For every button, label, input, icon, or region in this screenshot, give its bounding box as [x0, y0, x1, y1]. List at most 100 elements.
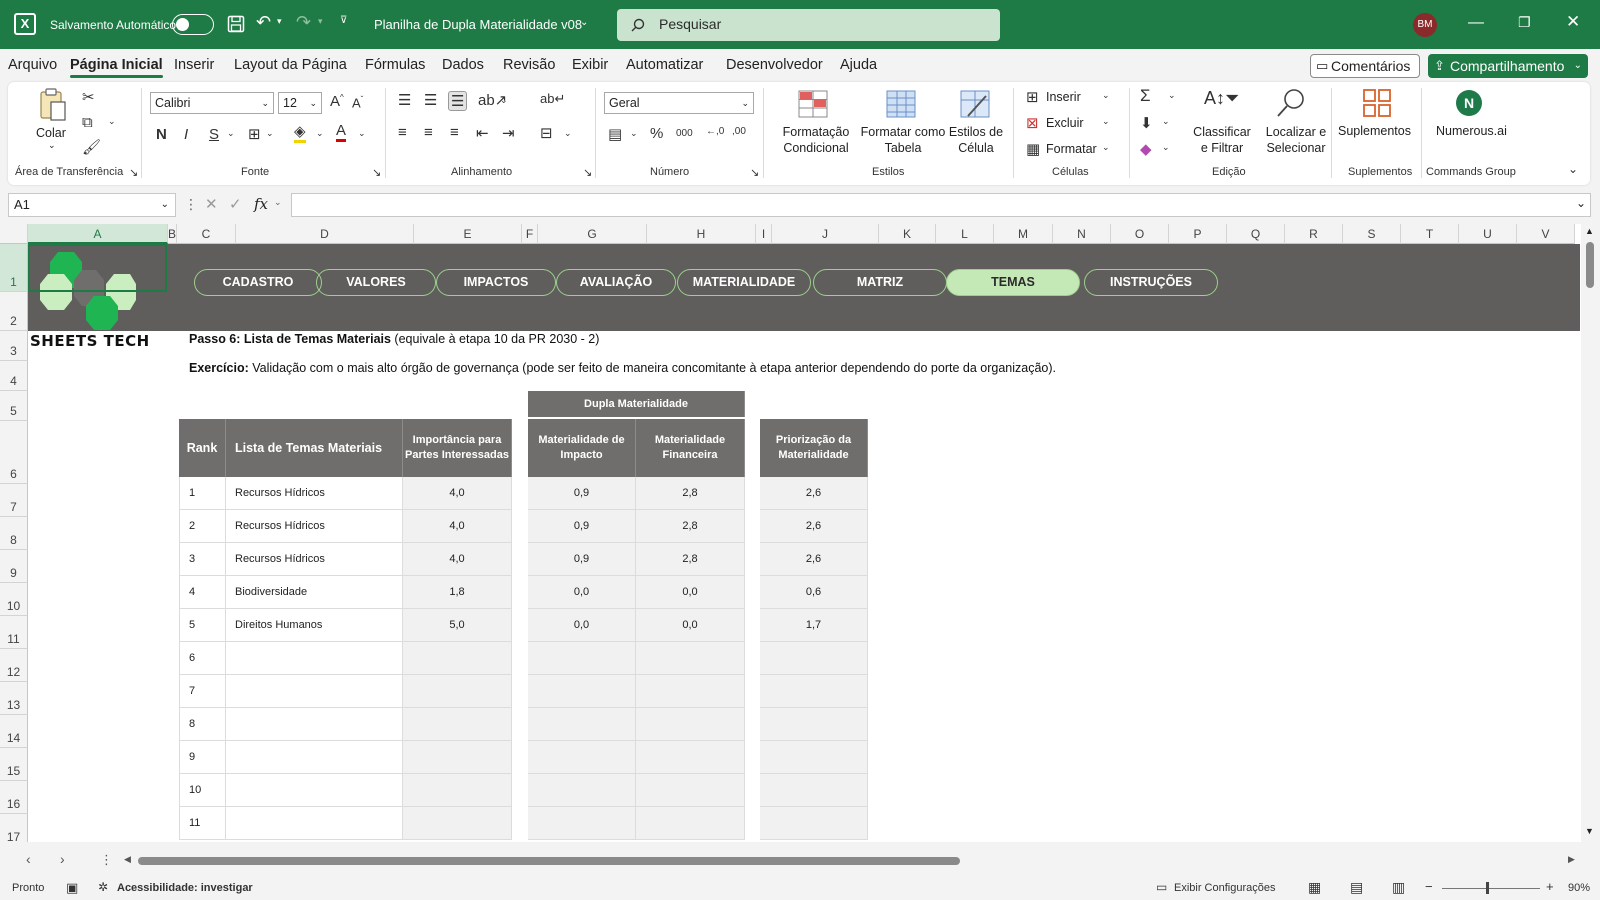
wrap-text-icon[interactable]: ab↵	[540, 91, 565, 107]
table-cell-financeira[interactable]	[636, 675, 745, 708]
copy-dropdown-icon[interactable]: ⌄	[108, 116, 116, 127]
cell-styles-icon[interactable]	[960, 90, 990, 118]
close-icon[interactable]: ✕	[1566, 12, 1580, 32]
table-cell-priorizacao[interactable]	[760, 708, 868, 741]
document-title[interactable]: Planilha de Dupla Materialidade v08	[374, 17, 582, 32]
title-dropdown-icon[interactable]: ⌄	[580, 17, 588, 28]
table-cell-financeira[interactable]: 2,8	[636, 543, 745, 576]
more-options-icon[interactable]: ⋮	[184, 196, 198, 213]
borders-icon[interactable]: ⊞	[248, 125, 261, 143]
menu-exibir[interactable]: Exibir	[572, 57, 608, 73]
zoom-in-icon[interactable]: +	[1546, 879, 1554, 894]
table-cell-financeira[interactable]: 2,8	[636, 477, 745, 510]
font-color-icon[interactable]: A	[336, 123, 347, 142]
row-header[interactable]: 2	[0, 292, 28, 331]
table-cell-impacto[interactable]	[528, 708, 636, 741]
sheet-options-icon[interactable]: ⋮	[100, 852, 113, 868]
table-cell-priorizacao[interactable]	[760, 774, 868, 807]
column-header[interactable]: L	[936, 224, 994, 244]
table-cell-tema[interactable]: Recursos Hídricos	[226, 510, 403, 543]
paste-label[interactable]: Colar	[36, 126, 66, 140]
column-header[interactable]: I	[756, 224, 772, 244]
bold-icon[interactable]: N	[156, 126, 167, 143]
table-cell-tema[interactable]	[226, 774, 403, 807]
table-cell-tema[interactable]: Biodiversidade	[226, 576, 403, 609]
undo-dropdown-icon[interactable]: ▾	[277, 16, 282, 27]
table-cell-tema[interactable]	[226, 741, 403, 774]
table-cell-rank[interactable]: 7	[179, 675, 226, 708]
selected-cell-a1[interactable]	[28, 244, 167, 292]
customize-toolbar-icon[interactable]: ⊽	[340, 15, 347, 26]
table-cell-priorizacao[interactable]: 2,6	[760, 543, 868, 576]
table-cell-impacto[interactable]: 0,9	[528, 543, 636, 576]
column-header[interactable]: F	[522, 224, 538, 244]
tab-temas[interactable]: TEMAS	[946, 269, 1080, 296]
font-launcher-icon[interactable]: ↘	[372, 166, 381, 179]
column-header[interactable]: H	[647, 224, 756, 244]
macro-record-icon[interactable]: ▣	[66, 880, 78, 896]
conditional-format-icon[interactable]	[798, 90, 828, 118]
row-header[interactable]: 11	[0, 616, 28, 649]
fill-color-dropdown-icon[interactable]: ⌄	[316, 128, 324, 139]
share-button[interactable]: ⇪ Compartilhamento ⌄	[1428, 54, 1588, 78]
table-cell-rank[interactable]: 9	[179, 741, 226, 774]
row-header[interactable]: 15	[0, 748, 28, 781]
comments-button[interactable]: ▭ Comentários	[1310, 54, 1420, 78]
table-cell-priorizacao[interactable]: 2,6	[760, 510, 868, 543]
menu-formulas[interactable]: Fórmulas	[365, 57, 425, 73]
zoom-slider[interactable]	[1442, 888, 1540, 889]
thousands-separator-icon[interactable]: 000	[676, 128, 693, 139]
redo-icon[interactable]: ↷	[296, 12, 311, 33]
autosave-toggle[interactable]	[172, 14, 214, 35]
table-cell-financeira[interactable]	[636, 741, 745, 774]
scroll-up-icon[interactable]: ▲	[1585, 226, 1594, 236]
zoom-out-icon[interactable]: −	[1425, 879, 1433, 894]
table-cell-tema[interactable]	[226, 807, 403, 840]
copy-icon[interactable]: ⧉	[82, 114, 93, 131]
menu-pagina-inicial[interactable]: Página Inicial	[70, 57, 163, 78]
table-cell-impacto[interactable]: 0,9	[528, 510, 636, 543]
menu-layout-da-pagina[interactable]: Layout da Página	[234, 57, 347, 73]
table-cell-financeira[interactable]	[636, 642, 745, 675]
align-right-icon[interactable]: ≡	[450, 124, 459, 141]
table-cell-rank[interactable]: 5	[179, 609, 226, 642]
table-cell-impacto[interactable]	[528, 741, 636, 774]
table-cell-rank[interactable]: 10	[179, 774, 226, 807]
save-icon[interactable]	[227, 15, 245, 33]
align-middle-icon[interactable]: ☰	[424, 91, 437, 109]
zoom-slider-thumb[interactable]	[1486, 882, 1489, 894]
restore-icon[interactable]: ❐	[1518, 14, 1531, 31]
align-top-icon[interactable]: ☰	[398, 91, 411, 109]
spreadsheet-grid[interactable]: ABCDEFGHIJKLMNOPQRSTUV 1 2 3 4 5 6 7 8 9 10 11 12 13…	[0, 224, 1600, 842]
font-size-select[interactable]: 12 ⌄	[278, 92, 322, 114]
find-select-icon[interactable]	[1276, 88, 1306, 118]
table-cell-rank[interactable]: 6	[179, 642, 226, 675]
number-format-select[interactable]: Geral ⌄	[604, 92, 754, 114]
menu-ajuda[interactable]: Ajuda	[840, 57, 877, 73]
scroll-right-icon[interactable]: ▶	[1568, 854, 1575, 865]
collapse-ribbon-icon[interactable]: ⌄	[1568, 162, 1578, 176]
merge-dropdown-icon[interactable]: ⌄	[564, 128, 572, 139]
column-header[interactable]: R	[1285, 224, 1343, 244]
paste-dropdown-icon[interactable]: ⌄	[48, 140, 56, 151]
undo-icon[interactable]: ↶	[256, 12, 271, 33]
align-center-icon[interactable]: ≡	[424, 124, 433, 141]
row-header[interactable]: 16	[0, 781, 28, 814]
excel-logo-icon[interactable]: X	[14, 13, 36, 35]
borders-dropdown-icon[interactable]: ⌄	[266, 128, 274, 139]
tab-cadastro[interactable]: CADASTRO	[194, 269, 322, 296]
underline-dropdown-icon[interactable]: ⌄	[227, 128, 235, 139]
expand-formula-icon[interactable]: ⌄	[1576, 196, 1586, 210]
percent-icon[interactable]: %	[650, 125, 663, 142]
column-header[interactable]: M	[994, 224, 1053, 244]
table-cell-financeira[interactable]: 0,0	[636, 609, 745, 642]
row-header[interactable]: 5	[0, 391, 28, 421]
formula-input[interactable]: ⌄	[291, 193, 1591, 217]
table-cell-importancia[interactable]: 1,8	[403, 576, 512, 609]
clear-dropdown-icon[interactable]: ⌄	[1162, 142, 1170, 153]
row-header[interactable]: 17	[0, 814, 28, 842]
format-cells-label[interactable]: Formatar	[1046, 142, 1097, 156]
column-header[interactable]: B	[168, 224, 177, 244]
table-cell-importancia[interactable]: 5,0	[403, 609, 512, 642]
column-header[interactable]: T	[1401, 224, 1459, 244]
